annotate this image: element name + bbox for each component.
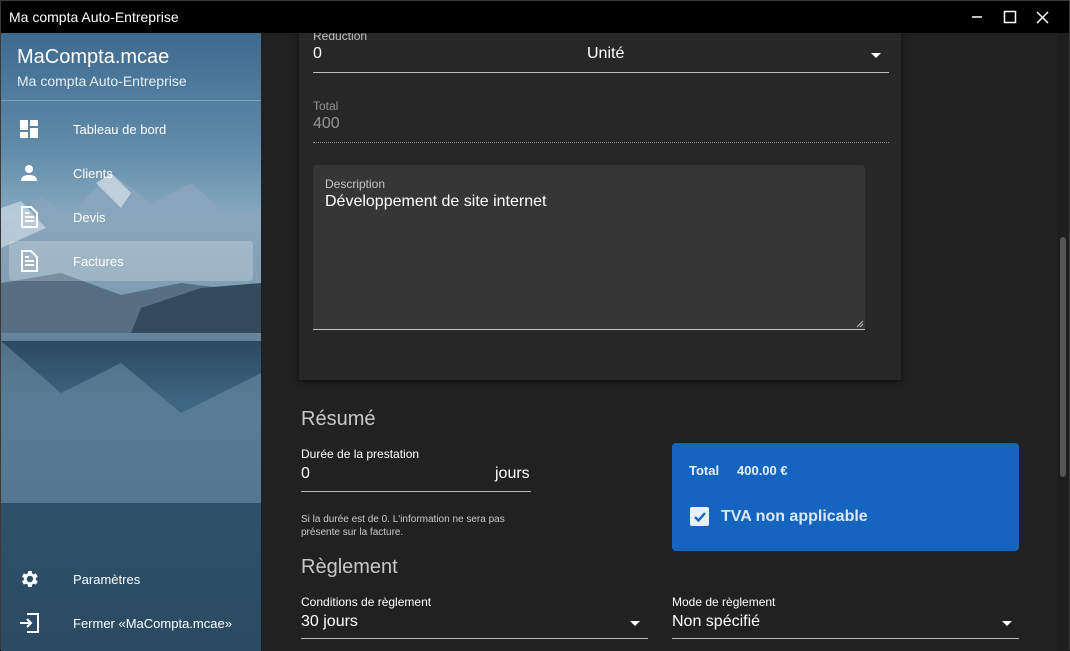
sidebar-item-label: Paramètres [73, 571, 141, 587]
document-icon [17, 205, 41, 229]
summary-total-label: Total [689, 463, 720, 478]
scrollbar[interactable] [1057, 33, 1069, 651]
chevron-down-icon[interactable] [1002, 621, 1012, 626]
gear-icon [17, 567, 41, 591]
tva-checkbox[interactable] [690, 507, 709, 526]
sidebar-item-fermer[interactable]: Fermer «MaCompta.mcae» [9, 603, 253, 643]
minimize-icon[interactable] [960, 1, 993, 33]
sidebar-item-tableau-de-bord[interactable]: Tableau de bord [9, 109, 253, 149]
sidebar-item-factures[interactable]: Factures [9, 241, 253, 281]
title-bar: Ma compta Auto-Entreprise [1, 1, 1069, 33]
sidebar: MaCompta.mcae Ma compta Auto-Entreprise … [1, 33, 261, 651]
maximize-icon[interactable] [993, 1, 1026, 33]
conditions-label: Conditions de règlement [301, 595, 432, 609]
duration-underline [301, 491, 531, 492]
sidebar-item-clients[interactable]: Clients [9, 153, 253, 193]
resize-grip-icon[interactable] [856, 320, 864, 328]
description-textarea[interactable]: Description Développement de site intern… [313, 165, 865, 330]
chevron-down-icon[interactable] [871, 53, 881, 58]
dashboard-icon [17, 117, 41, 141]
sidebar-item-label: Factures [73, 253, 124, 269]
reduction-underline [313, 72, 889, 73]
sidebar-divider [1, 100, 261, 101]
chevron-down-icon[interactable] [630, 621, 640, 626]
duration-unit: jours [495, 465, 530, 482]
description-label: Description [325, 177, 386, 191]
duration-hint: Si la durée est de 0. L'information ne s… [301, 514, 505, 538]
reduction-label: Réduction [313, 33, 368, 43]
reduction-input[interactable]: 0 [313, 45, 322, 63]
main-content: Réduction 0 Unité Total 400 Description … [261, 33, 1069, 651]
total-summary-box: Total 400.00 € TVA non applicable [672, 443, 1019, 551]
brand: MaCompta.mcae Ma compta Auto-Entreprise [17, 46, 187, 89]
payment-title: Règlement [301, 556, 398, 578]
window-title: Ma compta Auto-Entreprise [9, 9, 179, 25]
total-underline [313, 142, 889, 143]
conditions-underline [301, 638, 648, 639]
duration-label: Durée de la prestation [301, 447, 420, 461]
sidebar-item-label: Fermer «MaCompta.mcae» [73, 615, 232, 631]
mode-underline [672, 638, 1019, 639]
mode-label: Mode de règlement [672, 595, 776, 609]
sidebar-item-label: Clients [73, 165, 113, 181]
duration-input[interactable]: 0 [301, 465, 310, 483]
unit-select[interactable]: Unité [587, 45, 624, 63]
checkmark-icon [693, 511, 706, 522]
app-window: Ma compta Auto-Entreprise MaCompta.mcae … [0, 0, 1070, 651]
document-icon [17, 249, 41, 273]
person-icon [17, 161, 41, 185]
scroll-thumb[interactable] [1060, 237, 1066, 477]
total-label: Total [313, 99, 339, 113]
close-icon[interactable] [1026, 1, 1059, 33]
sidebar-item-label: Tableau de bord [73, 121, 167, 137]
brand-title: MaCompta.mcae [17, 46, 170, 68]
mode-select[interactable]: Non spécifié [672, 613, 760, 631]
conditions-select[interactable]: 30 jours [301, 613, 358, 631]
brand-subtitle: Ma compta Auto-Entreprise [17, 73, 187, 89]
window-controls [960, 1, 1059, 33]
total-field: 400 [313, 115, 340, 132]
tva-label: TVA non applicable [721, 508, 868, 525]
summary-total-value: 400.00 € [737, 463, 788, 478]
exit-icon [17, 611, 41, 635]
summary-title: Résumé [301, 408, 376, 430]
sidebar-item-label: Devis [73, 209, 106, 225]
sidebar-item-devis[interactable]: Devis [9, 197, 253, 237]
description-value: Développement de site internet [325, 193, 547, 210]
sidebar-item-parametres[interactable]: Paramètres [9, 559, 253, 599]
